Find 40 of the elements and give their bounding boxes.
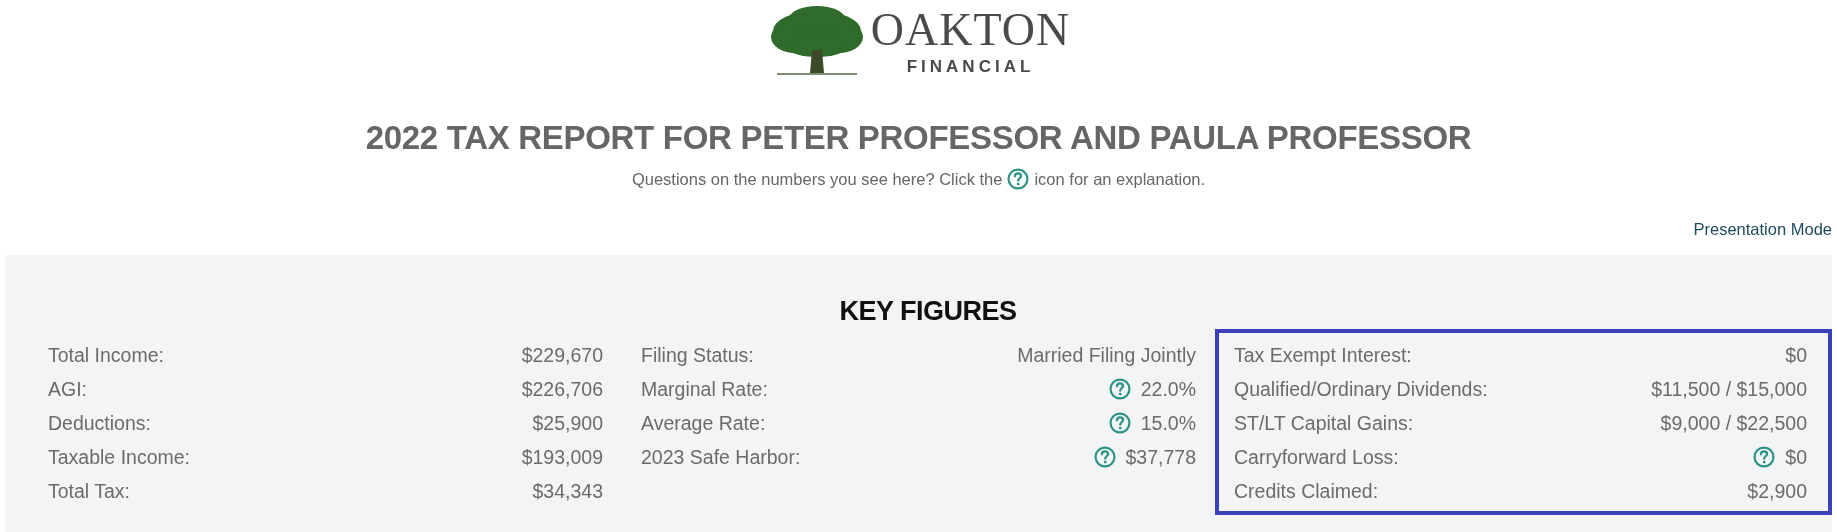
- figure-label: Total Tax:: [48, 479, 131, 503]
- figure-value: 15.0%: [1140, 411, 1196, 435]
- figure-label: Filing Status:: [641, 343, 754, 367]
- figure-label: Taxable Income:: [48, 445, 190, 469]
- figure-label: Carryforward Loss:: [1234, 445, 1399, 469]
- figure-value: 22.0%: [1140, 377, 1196, 401]
- logo-tagline: FINANCIAL: [906, 57, 1035, 77]
- figure-value: Married Filing Jointly: [1017, 343, 1196, 367]
- figure-label: Credits Claimed:: [1234, 479, 1379, 503]
- section-heading: KEY FIGURES: [838, 295, 1018, 327]
- figure-label: 2023 Safe Harbor:: [641, 445, 801, 469]
- help-icon[interactable]: [1108, 378, 1131, 400]
- logo-wordmark: OAKTON: [870, 7, 1071, 53]
- intro-text: icon for an explanation.: [1034, 169, 1206, 189]
- figure-value: $193,009: [521, 445, 603, 469]
- figure-value: $25,900: [532, 411, 603, 435]
- figure-value: $37,778: [1125, 445, 1196, 469]
- figure-label: ST/LT Capital Gains:: [1234, 411, 1414, 435]
- figure-value: $9,000 / $22,500: [1660, 411, 1807, 435]
- figure-label: Marginal Rate:: [641, 377, 768, 401]
- report-title: 2022 TAX REPORT FOR PETER PROFESSOR AND PAULA PROFESSOR: [364, 118, 1473, 158]
- figure-label: Average Rate:: [641, 411, 766, 435]
- figure-label: AGI:: [48, 377, 87, 401]
- figure-value: $2,900: [1747, 479, 1807, 503]
- help-icon[interactable]: [1093, 446, 1116, 468]
- figure-value: $229,670: [521, 343, 603, 367]
- figure-label: Deductions:: [48, 411, 151, 435]
- figure-value: $0: [1785, 445, 1807, 469]
- figure-value: $226,706: [521, 377, 603, 401]
- help-icon[interactable]: [1753, 446, 1776, 468]
- figure-label: Total Income:: [48, 343, 164, 367]
- figure-label: Qualified/Ordinary Dividends:: [1234, 377, 1488, 401]
- figure-value: $11,500 / $15,000: [1651, 377, 1807, 401]
- help-icon[interactable]: [1007, 168, 1030, 190]
- figure-value: $0: [1785, 343, 1807, 367]
- presentation-mode-link[interactable]: Presentation Mode: [1693, 220, 1832, 239]
- figure-value: $34,343: [532, 479, 603, 503]
- intro-text: Questions on the numbers you see here? Click the: [631, 169, 1003, 189]
- help-icon[interactable]: [1108, 412, 1131, 434]
- figure-label: Tax Exempt Interest:: [1234, 343, 1412, 367]
